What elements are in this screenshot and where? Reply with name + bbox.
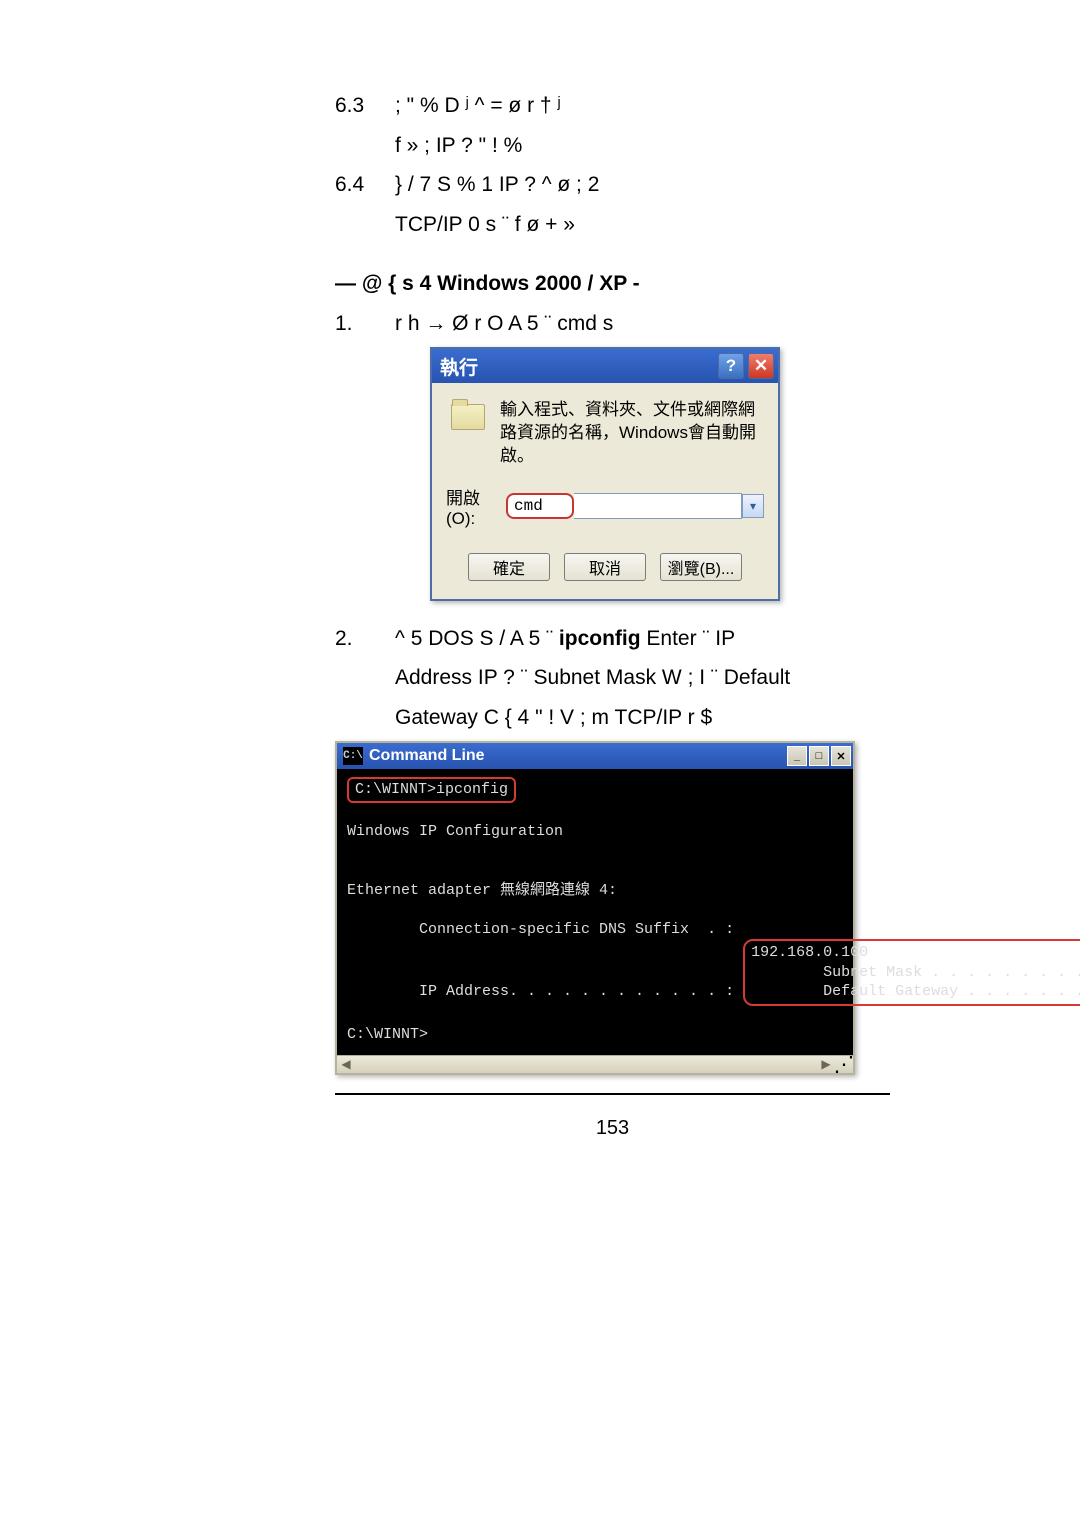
chevron-down-icon[interactable]: ▾: [742, 494, 764, 518]
section-6-3: 6.3 ; " % D ʲ ^ = ø r † ʲ: [335, 90, 890, 122]
step-2-line1: ^ 5 DOS S / A 5 ¨ ipconfig Enter ¨ IP: [395, 623, 890, 655]
console-gw-label: Default Gateway . . . . . . . . . :: [823, 983, 1080, 1000]
step-1-text: r h → Ø r O A 5 ¨ cmd s: [395, 308, 890, 340]
run-dialog-titlebar: 執行 ? ✕: [432, 349, 778, 383]
run-dialog-combo-fill: [574, 493, 742, 519]
console-hscroll[interactable]: ◀ ▶ ⋰: [337, 1055, 853, 1073]
console-heading: Windows IP Configuration: [347, 823, 563, 840]
console-title: Command Line: [369, 747, 785, 765]
section-6-4-text: } / 7 S % 1 IP ? ^ ø ; 2: [395, 169, 890, 201]
run-dialog-folder-icon: [446, 399, 490, 435]
step-1: 1. r h → Ø r O A 5 ¨ cmd s: [335, 308, 890, 340]
maximize-icon[interactable]: □: [809, 746, 829, 766]
close-icon[interactable]: ✕: [748, 353, 774, 379]
section-6-3-text: ; " % D ʲ ^ = ø r † ʲ: [395, 90, 890, 122]
browse-button[interactable]: 瀏覽(B)...: [660, 553, 742, 581]
console-prompt2: C:\WINNT>: [347, 1026, 428, 1043]
cancel-button[interactable]: 取消: [564, 553, 646, 581]
section-title: — @ { s 4 Windows 2000 / XP -: [335, 268, 890, 300]
section-6-3-label: 6.3: [335, 90, 395, 122]
step-2-line3: Gateway C { 4 " ! V ; m TCP/IP r $: [335, 702, 890, 734]
page-number: 153: [335, 1117, 890, 1140]
scroll-left-icon[interactable]: ◀: [337, 1056, 355, 1073]
step-2: 2. ^ 5 DOS S / A 5 ¨ ipconfig Enter ¨ IP: [335, 623, 890, 655]
section-6-4-label: 6.4: [335, 169, 395, 201]
section-6-4: 6.4 } / 7 S % 1 IP ? ^ ø ; 2: [335, 169, 890, 201]
run-dialog-input[interactable]: [506, 493, 574, 519]
help-icon[interactable]: ?: [718, 353, 744, 379]
run-dialog: 執行 ? ✕ 輸入程式、資料夾、文件或網際網路資源的名稱，Windows會自動開…: [430, 347, 780, 601]
console-window: C:\ Command Line _ □ ✕ C:\WINNT>ipconfig…: [335, 741, 855, 1075]
console-ip-label: IP Address. . . . . . . . . . . . :: [419, 983, 734, 1000]
section-6-3-cont: f » ; IP ? " ! %: [335, 130, 890, 162]
console-prompt-highlight: C:\WINNT>ipconfig: [347, 777, 516, 803]
scroll-right-icon[interactable]: ▶: [817, 1056, 835, 1073]
run-dialog-combo[interactable]: ▾: [506, 493, 764, 519]
console-icon: C:\: [343, 747, 363, 765]
console-ip-value: 192.168.0.100: [751, 944, 868, 961]
console-body: C:\WINNT>ipconfig Windows IP Configurati…: [337, 769, 1080, 1055]
run-dialog-title: 執行: [440, 353, 714, 380]
run-dialog-body: 輸入程式、資料夾、文件或網際網路資源的名稱，Windows會自動開啟。 開啟(O…: [432, 383, 778, 599]
console-mask-label: Subnet Mask . . . . . . . . . . . :: [823, 964, 1080, 981]
run-dialog-buttons: 確定 取消 瀏覽(B)...: [446, 553, 764, 581]
step-1-label: 1.: [335, 308, 395, 340]
run-dialog-description: 輸入程式、資料夾、文件或網際網路資源的名稱，Windows會自動開啟。: [490, 399, 764, 468]
console-close-icon[interactable]: ✕: [831, 746, 851, 766]
minimize-icon[interactable]: _: [787, 746, 807, 766]
run-dialog-open-label: 開啟(O):: [446, 484, 506, 529]
console-values-highlight: 192.168.0.100 Subnet Mask . . . . . . . …: [743, 939, 1080, 1006]
section-6-4-cont: TCP/IP 0 s ¨ f ø + »: [335, 209, 890, 241]
step-2-line2: Address IP ? ¨ Subnet Mask W ; I ¨ Defau…: [335, 662, 890, 694]
console-dns-suffix: Connection-specific DNS Suffix . :: [419, 921, 734, 938]
step-2-label: 2.: [335, 623, 395, 655]
console-titlebar: C:\ Command Line _ □ ✕: [337, 743, 853, 769]
divider: [335, 1093, 890, 1095]
console-adapter: Ethernet adapter 無線網路連線 4:: [347, 882, 617, 899]
ok-button[interactable]: 確定: [468, 553, 550, 581]
resize-grip-icon[interactable]: ⋰: [835, 1056, 853, 1073]
